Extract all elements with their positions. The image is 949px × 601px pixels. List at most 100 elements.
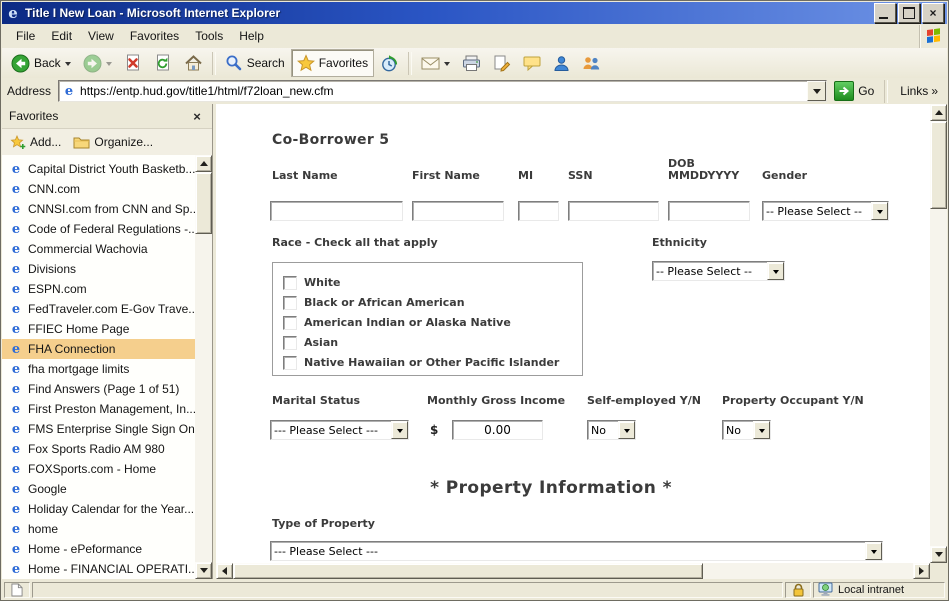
favorite-item[interactable]: eCapital District Youth Basketb...	[2, 159, 195, 179]
links-button[interactable]: Links »	[896, 84, 942, 98]
discuss-button[interactable]	[517, 49, 547, 77]
favorite-item[interactable]: eFind Answers (Page 1 of 51)	[2, 379, 195, 399]
page-favicon: e	[62, 84, 76, 98]
marital-status-select[interactable]: --- Please Select ---	[270, 420, 409, 440]
race-checkbox[interactable]	[283, 276, 297, 290]
print-button[interactable]	[456, 49, 487, 77]
favorite-item[interactable]: eHome - FINANCIAL OPERATI...	[2, 559, 195, 579]
scroll-down-button[interactable]	[195, 562, 212, 579]
organize-favorites-button[interactable]: Organize...	[73, 135, 153, 149]
dropdown-arrow-icon	[391, 421, 408, 439]
menu-help[interactable]: Help	[231, 25, 272, 47]
favorite-item[interactable]: eFMS Enterprise Single Sign On...	[2, 419, 195, 439]
first-name-input[interactable]	[412, 201, 504, 221]
title-bar: e Title I New Loan - Microsoft Internet …	[2, 2, 947, 24]
favorite-item[interactable]: eCNNSI.com from CNN and Sp...	[2, 199, 195, 219]
scroll-thumb[interactable]	[930, 121, 947, 209]
mail-button[interactable]	[415, 49, 456, 77]
research-button[interactable]	[576, 49, 607, 77]
race-checkbox[interactable]	[283, 296, 297, 310]
scroll-down-button[interactable]	[930, 546, 947, 563]
messenger-button[interactable]	[547, 49, 576, 77]
race-checkbox[interactable]	[283, 316, 297, 330]
scroll-up-button[interactable]	[195, 155, 212, 172]
favorite-item[interactable]: eFox Sports Radio AM 980	[2, 439, 195, 459]
section-title-coborrower: Co-Borrower 5	[272, 132, 389, 148]
forward-button[interactable]	[77, 49, 118, 77]
page-horizontal-scrollbar[interactable]	[216, 563, 930, 579]
favorite-item[interactable]: eDivisions	[2, 259, 195, 279]
address-input[interactable]: e https://entp.hud.gov/title1/html/f72lo…	[58, 80, 827, 102]
favorite-item[interactable]: eFOXSports.com - Home	[2, 459, 195, 479]
type-of-property-select[interactable]: --- Please Select ---	[270, 541, 883, 561]
address-dropdown-button[interactable]	[807, 81, 826, 101]
history-button[interactable]	[374, 49, 405, 77]
close-button[interactable]: ×	[922, 3, 944, 23]
occupant-select[interactable]: No	[722, 420, 771, 440]
scroll-left-button[interactable]	[216, 563, 233, 579]
favorite-item[interactable]: eCode of Federal Regulations -...	[2, 219, 195, 239]
favorite-item[interactable]: eHome - ePeformance	[2, 539, 195, 559]
home-button[interactable]	[178, 49, 209, 77]
scroll-up-button[interactable]	[930, 104, 947, 121]
favorite-item[interactable]: eCommercial Wachovia	[2, 239, 195, 259]
add-favorite-button[interactable]: Add...	[10, 135, 61, 150]
favorite-label: Capital District Youth Basketb...	[28, 162, 195, 176]
menu-file[interactable]: File	[8, 25, 43, 47]
ie-icon: e	[9, 282, 23, 296]
favorites-close-button[interactable]: ×	[189, 109, 205, 124]
favorite-item[interactable]: eFedTraveler.com E-Gov Trave...	[2, 299, 195, 319]
race-option-label: American Indian or Alaska Native	[304, 316, 511, 329]
scroll-thumb[interactable]	[233, 563, 703, 579]
favorite-item-fha-connection[interactable]: eFHA Connection	[2, 339, 195, 359]
menu-edit[interactable]: Edit	[43, 25, 80, 47]
ie-icon: e	[9, 262, 23, 276]
self-employed-select[interactable]: No	[587, 420, 636, 440]
edit-button[interactable]	[487, 49, 517, 77]
menu-view[interactable]: View	[80, 25, 122, 47]
gender-select[interactable]: -- Please Select --	[762, 201, 889, 221]
messenger-icon	[553, 55, 570, 72]
race-label: Race - Check all that apply	[272, 237, 438, 249]
scroll-right-button[interactable]	[913, 563, 930, 579]
favorites-scrollbar[interactable]	[195, 155, 212, 579]
scroll-thumb[interactable]	[195, 172, 212, 234]
go-button[interactable]: Go	[832, 81, 876, 101]
arrow-down-icon	[200, 568, 208, 573]
maximize-button[interactable]	[898, 3, 920, 23]
maximize-icon	[903, 7, 915, 19]
dob-input[interactable]	[668, 201, 750, 221]
favorites-button[interactable]: Favorites	[291, 49, 374, 77]
menu-favorites[interactable]: Favorites	[122, 25, 187, 47]
menu-tools[interactable]: Tools	[187, 25, 231, 47]
ssn-input[interactable]	[568, 201, 659, 221]
scrollbar-corner	[930, 563, 947, 579]
page-vertical-scrollbar[interactable]	[930, 104, 947, 563]
stop-button[interactable]	[118, 49, 148, 77]
favorite-item[interactable]: eHoliday Calendar for the Year...	[2, 499, 195, 519]
ie-icon: e	[9, 382, 23, 396]
favorite-item[interactable]: eFFIEC Home Page	[2, 319, 195, 339]
dropdown-arrow-icon	[753, 421, 770, 439]
favorite-item[interactable]: eFirst Preston Management, In...	[2, 399, 195, 419]
last-name-input[interactable]	[270, 201, 403, 221]
favorite-item[interactable]: ehome	[2, 519, 195, 539]
race-option-label: Native Hawaiian or Other Pacific Islande…	[304, 356, 559, 369]
race-checkbox[interactable]	[283, 336, 297, 350]
mi-input[interactable]	[518, 201, 559, 221]
refresh-button[interactable]	[148, 49, 178, 77]
links-label: Links	[900, 84, 928, 98]
ethnicity-select[interactable]: -- Please Select --	[652, 261, 785, 281]
favorite-item[interactable]: eGoogle	[2, 479, 195, 499]
race-checkbox[interactable]	[283, 356, 297, 370]
mail-dropdown-icon	[444, 62, 450, 66]
favorite-item[interactable]: eESPN.com	[2, 279, 195, 299]
zone-label: Local intranet	[838, 584, 904, 596]
favorite-item[interactable]: eCNN.com	[2, 179, 195, 199]
minimize-button[interactable]	[874, 3, 896, 23]
back-button[interactable]: Back	[5, 49, 77, 77]
search-button[interactable]: Search	[219, 49, 291, 77]
window-title: Title I New Loan - Microsoft Internet Ex…	[25, 6, 872, 20]
favorite-item[interactable]: efha mortgage limits	[2, 359, 195, 379]
income-input[interactable]	[452, 420, 543, 440]
